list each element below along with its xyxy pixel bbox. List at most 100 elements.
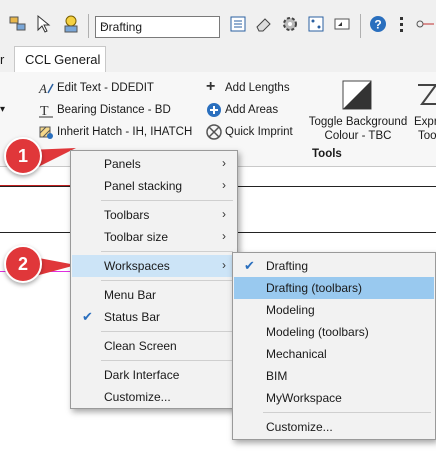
toggle-background-label-1: Toggle Background (308, 116, 408, 128)
chevron-right-icon: › (222, 156, 226, 170)
checkmark-icon: ✔ (244, 258, 255, 273)
menu-item-customize[interactable]: Customize... (72, 386, 236, 408)
chevron-right-icon: › (222, 178, 226, 192)
menu-item-label: Toolbars (104, 208, 150, 222)
menu-separator (101, 331, 233, 332)
tab-previous[interactable]: r (0, 52, 4, 67)
add-areas-label: Add Areas (225, 104, 279, 116)
menu-item-menu-bar[interactable]: Menu Bar (72, 284, 236, 306)
workspace-item-label: Modeling (266, 303, 315, 317)
toggle-background-tool[interactable]: Toggle Background Colour - TBC (306, 76, 410, 146)
tab-ccl-general[interactable]: CCL General (14, 46, 106, 73)
chevron-right-icon: › (222, 258, 226, 272)
workspace-item-modeling-toolbars[interactable]: Modeling (toolbars) (234, 321, 434, 343)
toggle-background-icon (342, 80, 372, 110)
menu-separator (101, 360, 233, 361)
select-layer-icon[interactable] (34, 14, 54, 34)
menu-item-label: Panel stacking (104, 179, 183, 193)
quick-imprint-tool[interactable]: Quick Imprint (206, 124, 293, 140)
connector-icon[interactable] (414, 14, 434, 34)
menu-item-label: Panels (104, 157, 141, 171)
menu-separator (263, 412, 431, 413)
bearing-distance-icon: T (39, 104, 53, 118)
workspace-item-label: Customize... (266, 420, 333, 434)
workspace-item-customize[interactable]: Customize... (234, 416, 434, 438)
settings-gear-icon[interactable] (280, 14, 300, 34)
edit-text-tool[interactable]: A Edit Text - DDEDIT (38, 80, 154, 96)
menu-separator (101, 200, 233, 201)
layer-properties-icon[interactable] (8, 14, 28, 34)
layer-state-icon[interactable] (62, 14, 82, 34)
quick-imprint-label: Quick Imprint (225, 126, 293, 138)
menu-separator (101, 251, 233, 252)
bearing-distance-tool[interactable]: T Bearing Distance - BD (38, 102, 171, 118)
menu-item-panels[interactable]: Panels › (72, 153, 236, 175)
context-menu: Panels › Panel stacking › Toolbars › Too… (70, 150, 238, 409)
workspace-item-myworkspace[interactable]: MyWorkspace (234, 387, 434, 409)
workspace-item-label: BIM (266, 369, 288, 383)
menu-item-status-bar[interactable]: ✔ Status Bar (72, 306, 236, 328)
menu-item-label: Toolbar size (104, 230, 169, 244)
menu-separator (101, 280, 233, 281)
ribbon-group-label: Tools (312, 148, 342, 160)
ribbon-left-arrow-icon: ▾ (0, 104, 6, 115)
imprint-icon (206, 124, 222, 140)
add-lengths-tool[interactable]: + Add Lengths (206, 78, 290, 96)
menu-item-toolbar-size[interactable]: Toolbar size › (72, 226, 236, 248)
express-tools-label-2: Too (418, 130, 436, 142)
ribbon-tab-bar: r CCL General (0, 46, 436, 73)
properties-icon[interactable] (228, 14, 248, 34)
svg-text:A: A (38, 81, 47, 96)
workspaces-submenu: ✔ Drafting Drafting (toolbars) Modeling … (232, 252, 436, 440)
checkmark-icon: ✔ (82, 309, 93, 324)
plus-icon: + (206, 78, 216, 95)
window-resize-icon[interactable] (332, 14, 352, 34)
quick-access-toolbar: Drafting ⌄ ? (0, 0, 436, 46)
menu-item-label: Clean Screen (104, 339, 177, 353)
add-lengths-label: Add Lengths (225, 82, 290, 94)
workspace-item-drafting-toolbars[interactable]: Drafting (toolbars) (234, 277, 434, 299)
edit-text-icon: A (38, 81, 54, 96)
chevron-down-icon: ⌄ (100, 19, 109, 30)
add-areas-tool[interactable]: Add Areas (206, 102, 278, 118)
menu-item-label: Customize... (104, 390, 171, 404)
add-circle-icon (207, 103, 221, 117)
menu-item-panel-stacking[interactable]: Panel stacking › (72, 175, 236, 197)
express-tools-icon (418, 84, 436, 105)
workspace-item-label: Drafting (toolbars) (266, 281, 363, 295)
chevron-right-icon: › (222, 207, 226, 221)
workspace-item-label: MyWorkspace (266, 391, 342, 405)
tab-ccl-general-label: CCL General (25, 52, 101, 67)
bearing-distance-label: Bearing Distance - BD (57, 104, 171, 116)
help-icon[interactable]: ? (368, 14, 388, 34)
workspace-item-modeling[interactable]: Modeling (234, 299, 434, 321)
inherit-hatch-label: Inherit Hatch - IH, IHATCH (57, 126, 193, 138)
callout-badge-2: 2 (4, 245, 42, 283)
workspace-item-label: Mechanical (266, 347, 327, 361)
menu-item-label: Menu Bar (104, 288, 157, 302)
chevron-right-icon: › (222, 229, 226, 243)
inherit-hatch-icon (39, 126, 53, 139)
menu-item-workspaces[interactable]: Workspaces › (72, 255, 236, 277)
svg-text:T: T (40, 104, 49, 118)
workspace-combo[interactable]: Drafting ⌄ (95, 16, 220, 38)
workspace-item-bim[interactable]: BIM (234, 365, 434, 387)
menu-item-toolbars[interactable]: Toolbars › (72, 204, 236, 226)
list-settings-icon[interactable] (306, 14, 326, 34)
toggle-background-label-2: Colour - TBC (324, 130, 392, 142)
menu-item-label: Workspaces (104, 259, 170, 273)
menu-item-clean-screen[interactable]: Clean Screen (72, 335, 236, 357)
workspace-item-drafting[interactable]: ✔ Drafting (234, 255, 434, 277)
inherit-hatch-tool[interactable]: Inherit Hatch - IH, IHATCH (38, 124, 192, 140)
menu-item-dark-interface[interactable]: Dark Interface (72, 364, 236, 386)
edit-text-label: Edit Text - DDEDIT (57, 82, 154, 94)
workspace-item-label: Modeling (toolbars) (266, 325, 369, 339)
svg-text:?: ? (374, 18, 381, 32)
overflow-more-icon[interactable] (400, 14, 404, 36)
express-tools[interactable]: Expr Too (412, 76, 436, 146)
workspace-item-label: Drafting (266, 259, 309, 273)
workspace-item-mechanical[interactable]: Mechanical (234, 343, 434, 365)
callout-badge-1: 1 (4, 137, 42, 175)
eraser-icon[interactable] (254, 14, 274, 34)
menu-item-label: Status Bar (104, 310, 161, 324)
